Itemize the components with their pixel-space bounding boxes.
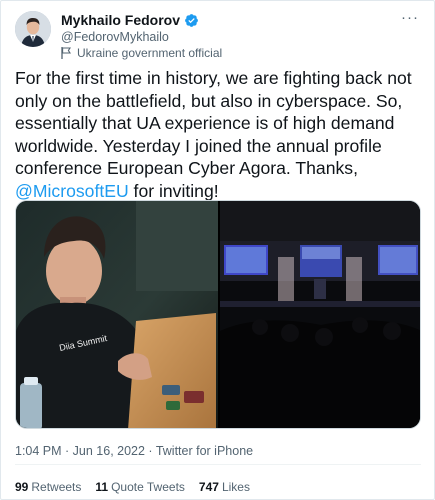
retweets-stat[interactable]: 99 Retweets	[15, 480, 81, 494]
quote-tweets-count: 11	[95, 480, 109, 494]
avatar[interactable]	[15, 11, 51, 47]
author-name-row: Mykhailo Fedorov	[61, 12, 199, 28]
government-label: Ukraine government official	[61, 46, 222, 60]
more-horizontal-icon: ···	[401, 9, 419, 26]
quote-tweets-label: Quote Tweets	[111, 480, 185, 494]
likes-stat[interactable]: 747 Likes	[199, 480, 250, 494]
verified-badge-icon	[184, 13, 199, 28]
tweet-text: For the first time in history, we are fi…	[15, 67, 425, 202]
tweet-text-body: For the first time in history, we are fi…	[15, 68, 412, 178]
divider	[15, 464, 421, 465]
quote-tweets-stat[interactable]: 11 Quote Tweets	[95, 480, 185, 494]
government-label-text: Ukraine government official	[77, 46, 223, 60]
likes-label: Likes	[221, 480, 250, 494]
retweets-label: Retweets	[31, 480, 82, 494]
author-name[interactable]: Mykhailo Fedorov	[61, 12, 180, 28]
media-photo-2[interactable]	[220, 201, 420, 428]
mention-link[interactable]: @MicrosoftEU	[15, 181, 129, 201]
flag-icon	[61, 47, 71, 59]
tweet-text-end: for inviting!	[128, 180, 219, 201]
tweet-card: Mykhailo Fedorov @FedorovMykhailo Ukrain…	[0, 0, 435, 500]
tweet-header: Mykhailo Fedorov @FedorovMykhailo Ukrain…	[15, 9, 421, 60]
media-photo-1[interactable]: Diia Summit	[16, 201, 218, 428]
author-handle[interactable]: @FedorovMykhailo	[61, 30, 169, 44]
avatar-image	[15, 11, 51, 47]
tweet-stats: 99 Retweets 11 Quote Tweets 747 Likes	[15, 480, 250, 494]
more-options-button[interactable]: ···	[399, 9, 421, 27]
media-grid: Diia Summit	[15, 200, 421, 429]
tweet-timestamp[interactable]: 1:04 PM · Jun 16, 2022 · Twitter for iPh…	[15, 444, 253, 458]
likes-count: 747	[198, 480, 219, 494]
retweets-count: 99	[15, 480, 29, 494]
